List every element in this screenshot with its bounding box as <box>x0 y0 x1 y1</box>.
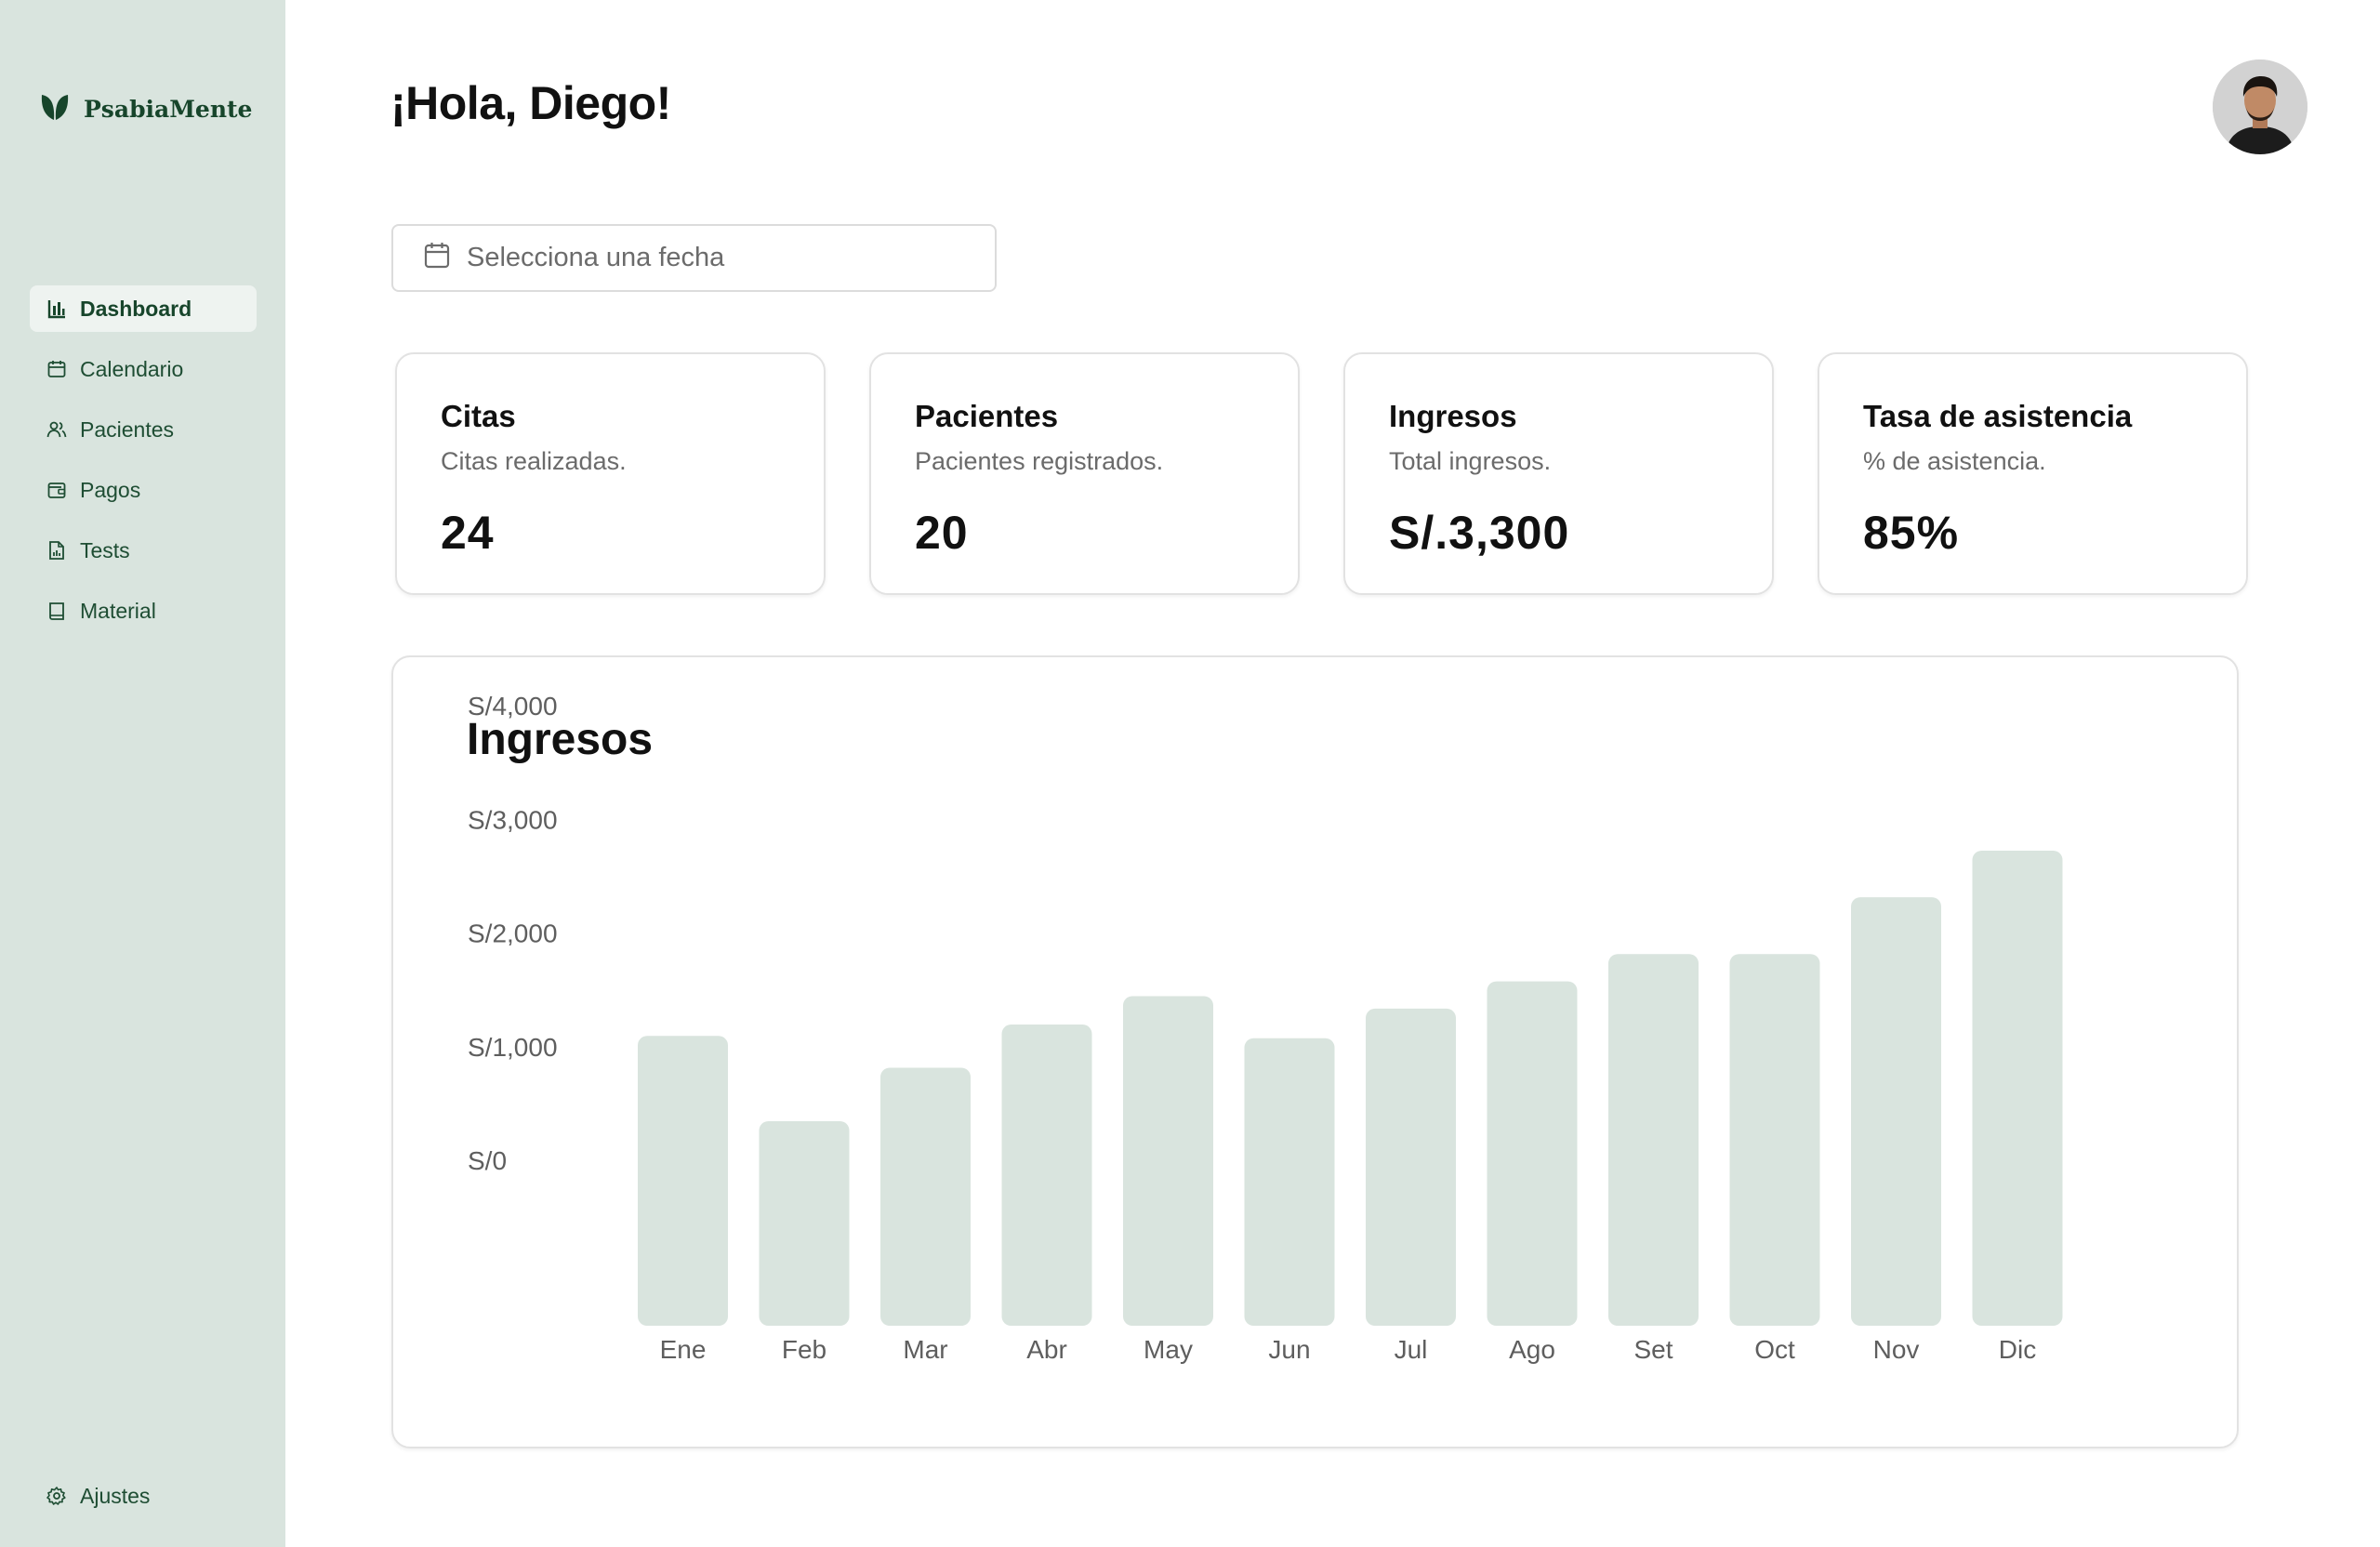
brand-logo[interactable]: PsabiaMente <box>39 91 252 127</box>
sidebar-item-material[interactable]: Material <box>30 588 257 634</box>
bar-nov[interactable] <box>1851 897 1941 1326</box>
y-tick-label: S/1,000 <box>468 1033 558 1062</box>
users-icon <box>46 419 67 440</box>
stat-card-value: S/.3,300 <box>1389 507 1570 559</box>
y-tick-label: S/3,000 <box>468 805 558 834</box>
stat-card-title: Ingresos <box>1389 399 1517 433</box>
stat-card-citas: Citas Citas realizadas. 24 <box>395 352 826 595</box>
date-picker[interactable]: Selecciona una fecha <box>391 224 997 292</box>
bar-oct[interactable] <box>1729 954 1820 1326</box>
stat-card-title: Tasa de asistencia <box>1863 399 2133 433</box>
income-bar-chart: S/4,000 S/3,000 S/2,000 S/1,000 S/0 Ene Feb Mar… <box>468 692 2063 1364</box>
stat-card-value: 85% <box>1863 507 1960 559</box>
user-avatar[interactable] <box>2213 60 2307 154</box>
bar-abr[interactable] <box>1001 1025 1092 1326</box>
bar-may[interactable] <box>1123 996 1213 1326</box>
file-chart-icon <box>46 540 67 561</box>
x-tick-label: Feb <box>782 1335 826 1364</box>
x-tick-label: Dic <box>1999 1335 2036 1364</box>
stat-card-subtitle: Citas realizadas. <box>441 447 627 475</box>
sidebar-item-pacientes[interactable]: Pacientes <box>30 406 257 453</box>
stat-card-asistencia: Tasa de asistencia % de asistencia. 85% <box>1818 352 2248 595</box>
x-tick-label: May <box>1144 1335 1193 1364</box>
avatar-portrait-icon <box>2213 60 2307 154</box>
sidebar-item-label: Tests <box>80 537 130 562</box>
sidebar-item-label: Pacientes <box>80 416 175 442</box>
sidebar-item-label: Calendario <box>80 356 184 381</box>
y-tick-label: S/0 <box>468 1146 507 1175</box>
bar-chart-icon <box>46 298 67 319</box>
bar-jun[interactable] <box>1244 1038 1335 1326</box>
stat-card-title: Citas <box>441 399 516 433</box>
sidebar-item-calendario[interactable]: Calendario <box>30 346 257 392</box>
y-tick-label: S/2,000 <box>468 919 558 948</box>
sidebar: PsabiaMente Dashboard Calendario Pacient… <box>0 0 285 1547</box>
stat-card-subtitle: Pacientes registrados. <box>915 447 1164 475</box>
stat-card-subtitle: % de asistencia. <box>1863 447 2046 475</box>
sidebar-item-ajustes[interactable]: Ajustes <box>30 1475 257 1516</box>
bar-ene[interactable] <box>638 1036 728 1326</box>
date-picker-placeholder: Selecciona una fecha <box>467 243 725 272</box>
x-tick-label: Set <box>1633 1335 1673 1364</box>
stat-card-ingresos: Ingresos Total ingresos. S/.3,300 <box>1343 352 1774 595</box>
sidebar-nav: Dashboard Calendario Pacientes Pagos Tes… <box>30 285 257 648</box>
sidebar-item-dashboard[interactable]: Dashboard <box>30 285 257 332</box>
stat-card-pacientes: Pacientes Pacientes registrados. 20 <box>869 352 1300 595</box>
stat-card-value: 20 <box>915 507 969 559</box>
x-tick-label: Ene <box>660 1335 707 1364</box>
x-tick-label: Abr <box>1026 1335 1067 1364</box>
bar-dic[interactable] <box>1972 850 2063 1326</box>
sidebar-item-label: Material <box>80 598 156 623</box>
bar-mar[interactable] <box>880 1067 971 1326</box>
sidebar-item-label: Ajustes <box>80 1483 151 1508</box>
book-icon <box>46 601 67 621</box>
bar-ago[interactable] <box>1487 981 1578 1326</box>
x-tick-label: Nov <box>1873 1335 1920 1364</box>
bar-set[interactable] <box>1608 954 1699 1326</box>
stat-card-value: 24 <box>441 507 495 559</box>
bar-feb[interactable] <box>759 1120 850 1326</box>
x-tick-label: Jul <box>1395 1335 1428 1364</box>
x-tick-label: Mar <box>903 1335 947 1364</box>
gear-icon <box>46 1486 67 1506</box>
calendar-icon <box>424 241 450 276</box>
stat-card-title: Pacientes <box>915 399 1059 433</box>
sidebar-item-tests[interactable]: Tests <box>30 527 257 574</box>
brand-name: PsabiaMente <box>84 96 253 123</box>
bar-jul[interactable] <box>1366 1008 1456 1326</box>
leaf-logo-icon <box>39 91 71 127</box>
sidebar-item-label: Dashboard <box>80 296 192 321</box>
sidebar-item-pagos[interactable]: Pagos <box>30 467 257 513</box>
page-title: ¡Hola, Diego! <box>390 77 671 129</box>
x-tick-label: Jun <box>1268 1335 1310 1364</box>
wallet-icon <box>46 480 67 500</box>
y-tick-label: S/4,000 <box>468 692 558 721</box>
x-tick-label: Ago <box>1509 1335 1555 1364</box>
calendar-icon <box>46 359 67 379</box>
stat-card-subtitle: Total ingresos. <box>1389 447 1552 475</box>
x-tick-label: Oct <box>1754 1335 1795 1364</box>
sidebar-item-label: Pagos <box>80 477 141 502</box>
